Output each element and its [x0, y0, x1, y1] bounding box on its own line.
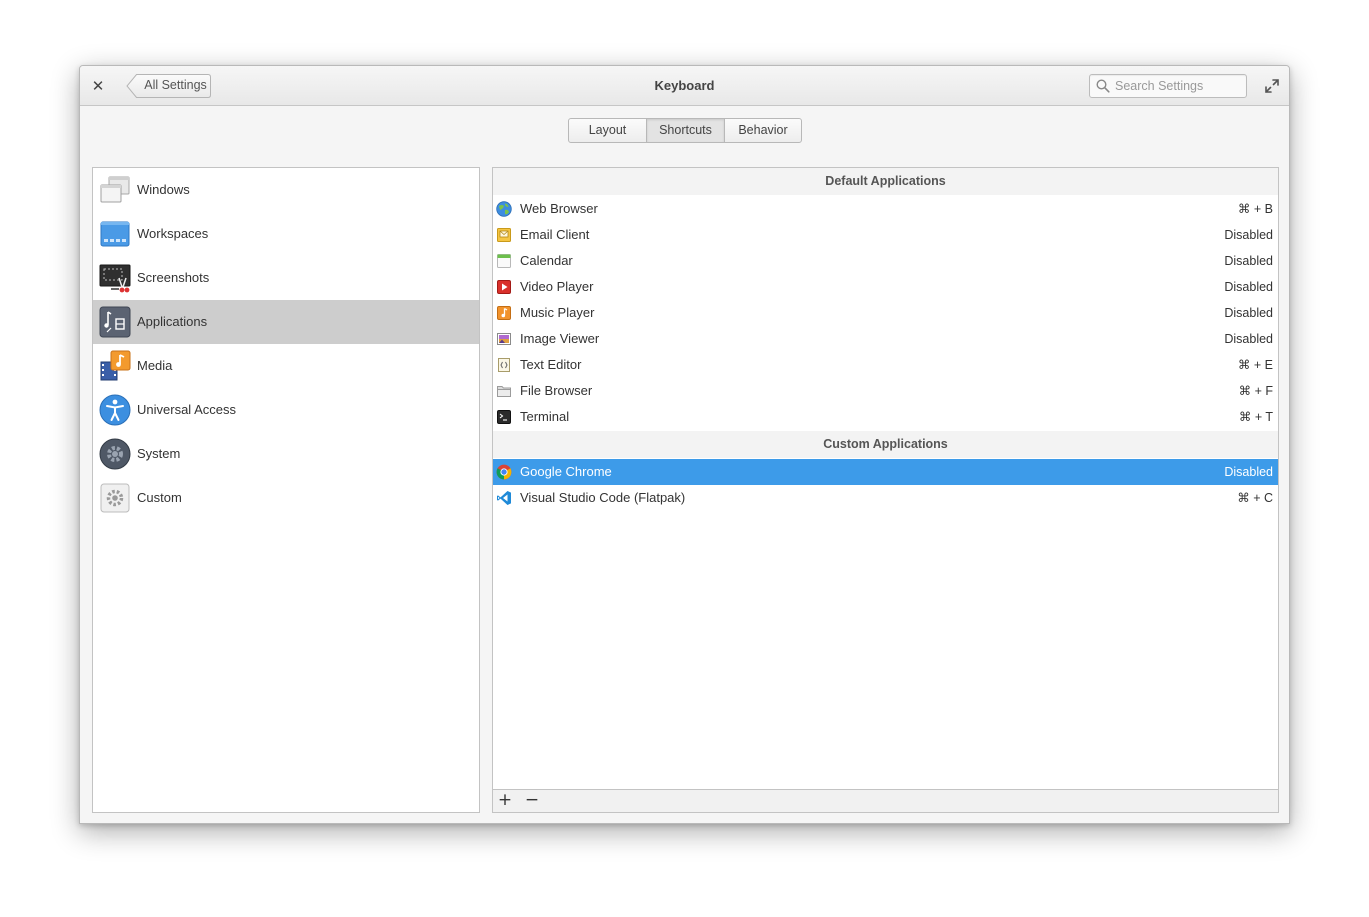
- sidebar-item-custom[interactable]: Custom: [93, 476, 479, 520]
- remove-shortcut-button[interactable]: −: [521, 790, 543, 812]
- sidebar-item-screenshots[interactable]: Screenshots: [93, 256, 479, 300]
- custom-applications-header: Custom Applications: [493, 431, 1278, 458]
- app-name: Text Editor: [520, 357, 582, 372]
- sidebar-item-media[interactable]: Media: [93, 344, 479, 388]
- shortcut-accel[interactable]: ⌘ + F: [1239, 378, 1273, 404]
- shortcut-accel[interactable]: ⌘ + C: [1237, 485, 1273, 511]
- app-name: Terminal: [520, 409, 570, 424]
- shortcut-row-video-player[interactable]: Video Player Disabled: [493, 274, 1278, 300]
- shortcut-accel[interactable]: Disabled: [1224, 300, 1273, 326]
- music-player-icon: [497, 306, 511, 320]
- header-bar: ✕ All Settings Keyboard Search Settings: [80, 66, 1289, 106]
- workspaces-icon: [100, 221, 130, 247]
- app-name: Image Viewer: [520, 331, 600, 346]
- web-browser-icon: [496, 201, 512, 217]
- add-shortcut-button[interactable]: +: [494, 790, 516, 812]
- app-name: Music Player: [520, 305, 595, 320]
- vscode-icon: [497, 491, 511, 505]
- app-name: File Browser: [520, 383, 593, 398]
- shortcut-row-vscode[interactable]: Visual Studio Code (Flatpak) ⌘ + C: [493, 485, 1278, 511]
- text-editor-icon: [498, 358, 510, 372]
- sidebar-item-label: Screenshots: [137, 270, 210, 285]
- search-input[interactable]: Search Settings: [1089, 74, 1247, 98]
- shortcuts-toolbar: + −: [493, 789, 1278, 812]
- terminal-icon: [497, 410, 511, 424]
- app-name: Email Client: [520, 227, 590, 242]
- video-player-icon: [497, 280, 511, 294]
- applications-icon: [99, 306, 131, 338]
- default-applications-header: Default Applications: [493, 168, 1278, 195]
- shortcut-accel[interactable]: ⌘ + E: [1238, 352, 1273, 378]
- search-icon: [1096, 79, 1110, 93]
- shortcut-accel[interactable]: ⌘ + T: [1239, 404, 1273, 430]
- shortcut-accel[interactable]: Disabled: [1224, 459, 1273, 485]
- shortcut-row-music-player[interactable]: Music Player Disabled: [493, 300, 1278, 326]
- shortcut-row-text-editor[interactable]: Text Editor ⌘ + E: [493, 352, 1278, 378]
- tab-layout[interactable]: Layout: [569, 119, 647, 142]
- app-name: Video Player: [520, 279, 594, 294]
- settings-window: ✕ All Settings Keyboard Search Settings: [79, 65, 1290, 824]
- file-browser-icon: [497, 386, 511, 397]
- custom-icon: [100, 483, 130, 513]
- app-name: Google Chrome: [520, 464, 612, 479]
- shortcuts-panel: Default Applications Web Browser ⌘ + B E…: [492, 167, 1279, 813]
- sidebar-item-label: System: [137, 446, 181, 461]
- app-name: Visual Studio Code (Flatpak): [520, 490, 686, 505]
- app-name: Calendar: [520, 253, 573, 268]
- sidebar-item-universal-access[interactable]: Universal Access: [93, 388, 479, 432]
- shortcut-row-file-browser[interactable]: File Browser ⌘ + F: [493, 378, 1278, 404]
- shortcut-sections-sidebar: Windows Workspaces Screenshots Applicati…: [92, 167, 480, 813]
- shortcut-accel[interactable]: ⌘ + B: [1238, 196, 1273, 222]
- sidebar-item-applications[interactable]: Applications: [93, 300, 479, 344]
- sidebar-item-label: Media: [137, 358, 173, 373]
- shortcut-row-terminal[interactable]: Terminal ⌘ + T: [493, 404, 1278, 430]
- tab-shortcuts[interactable]: Shortcuts: [647, 119, 725, 142]
- sidebar-item-label: Workspaces: [137, 226, 209, 241]
- maximize-icon[interactable]: [1264, 78, 1280, 94]
- mode-switcher: Layout Shortcuts Behavior: [568, 118, 802, 143]
- sidebar-item-label: Universal Access: [137, 402, 236, 417]
- screenshots-icon: [99, 264, 131, 293]
- media-icon: [100, 350, 131, 381]
- google-chrome-icon: [496, 464, 512, 480]
- shortcut-accel[interactable]: Disabled: [1224, 274, 1273, 300]
- universal-access-icon: [99, 394, 131, 426]
- system-icon: [99, 438, 131, 470]
- shortcut-accel[interactable]: Disabled: [1224, 326, 1273, 352]
- sidebar-item-workspaces[interactable]: Workspaces: [93, 212, 479, 256]
- email-client-icon: [497, 228, 511, 242]
- image-viewer-icon: [497, 333, 511, 345]
- tab-behavior[interactable]: Behavior: [725, 119, 801, 142]
- shortcut-accel[interactable]: Disabled: [1224, 248, 1273, 274]
- shortcut-row-image-viewer[interactable]: Image Viewer Disabled: [493, 326, 1278, 352]
- calendar-icon: [497, 254, 511, 268]
- app-name: Web Browser: [520, 201, 598, 216]
- shortcut-row-email-client[interactable]: Email Client Disabled: [493, 222, 1278, 248]
- sidebar-item-label: Windows: [137, 182, 190, 197]
- shortcut-row-google-chrome[interactable]: Google Chrome Disabled: [493, 459, 1278, 485]
- shortcut-accel[interactable]: Disabled: [1224, 222, 1273, 248]
- shortcut-row-web-browser[interactable]: Web Browser ⌘ + B: [493, 196, 1278, 222]
- windows-icon: [100, 176, 130, 203]
- shortcut-row-calendar[interactable]: Calendar Disabled: [493, 248, 1278, 274]
- search-placeholder: Search Settings: [1115, 79, 1204, 93]
- sidebar-item-label: Custom: [137, 490, 182, 505]
- sidebar-item-windows[interactable]: Windows: [93, 168, 479, 212]
- sidebar-item-label: Applications: [137, 314, 208, 329]
- sidebar-item-system[interactable]: System: [93, 432, 479, 476]
